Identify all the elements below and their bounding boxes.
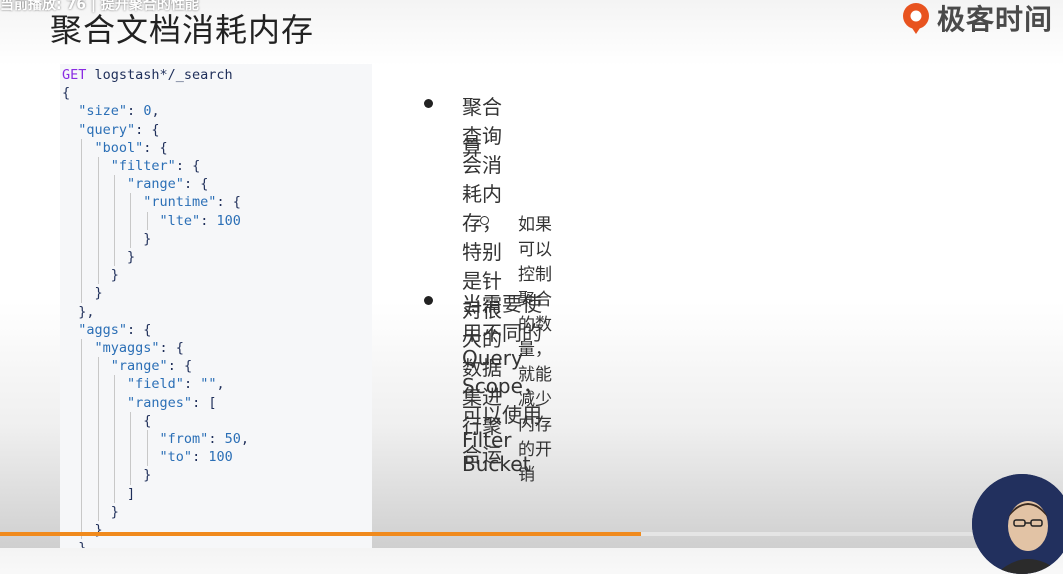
code-line: "ranges": [ — [127, 394, 217, 411]
bullet-text-2: 当需要使用不同的 Query Scope，可以使用 Filter Bucket — [462, 292, 543, 476]
code-line: "query": { — [78, 121, 160, 138]
brand-name: 极客时间 — [936, 3, 1053, 36]
indent-guide — [113, 375, 115, 503]
code-line: } — [62, 267, 119, 284]
code-line: "size": 0, — [78, 103, 160, 120]
presenter-avatar — [972, 474, 1063, 574]
indent-guide — [97, 357, 99, 521]
code-line: GET logstash*/_search — [62, 67, 233, 83]
bullet-text-1-cont: 算 — [462, 136, 482, 160]
code-line: { — [62, 85, 71, 102]
code-line: } — [62, 230, 152, 247]
indent-guide — [81, 138, 83, 303]
sub-bullet-ring-1 — [480, 216, 489, 225]
code-line: "myaggs": { — [94, 340, 184, 356]
code-line: }, — [62, 303, 95, 320]
indent-guide — [130, 193, 132, 248]
slide-title: 聚合文档消耗内存 — [50, 11, 315, 49]
code-line: "bool": { — [94, 139, 168, 156]
code-line: "from": 50, — [159, 431, 249, 447]
indent-guide — [97, 157, 99, 285]
code-line: "lte": 100 — [159, 212, 241, 229]
code-line: } — [62, 539, 86, 548]
bullet-dot-1 — [424, 99, 433, 108]
code-line: { — [62, 412, 152, 429]
code-line: } — [62, 522, 103, 538]
code-line: "runtime": { — [143, 194, 241, 211]
video-progress-bar[interactable] — [0, 532, 1063, 536]
geektime-logo-icon — [902, 3, 929, 34]
brand-logo: 极客时间 — [899, 0, 1053, 38]
code-line: } — [62, 285, 103, 302]
code-panel: GET logstash*/_search { "size": 0, "query… — [60, 64, 372, 548]
indent-guide — [146, 211, 148, 230]
bullet-dot-2 — [424, 296, 433, 305]
indent-guide — [130, 411, 132, 485]
indent-guide — [113, 175, 115, 267]
progress-fill — [0, 532, 641, 536]
indent-guide — [146, 430, 148, 467]
presenter-face-icon — [972, 474, 1063, 574]
code-line: "field": "", — [127, 376, 225, 393]
code-line: "range": { — [127, 176, 209, 193]
code-line: "filter": { — [110, 158, 201, 174]
code-line: } — [62, 503, 119, 520]
code-line: "aggs": { — [78, 321, 152, 338]
code-line: } — [62, 467, 152, 484]
indent-guide — [81, 339, 83, 540]
